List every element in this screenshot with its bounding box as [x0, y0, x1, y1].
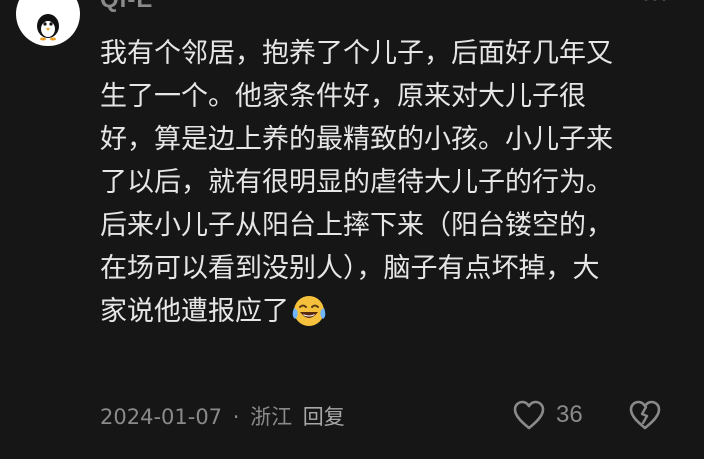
comment-line: 我有个邻居，抱养了个儿子，后面好几年又: [100, 38, 613, 69]
meta-separator: ·: [232, 405, 240, 429]
comment-line: 后来小儿子从阳台上摔下来（阳台镂空的，: [100, 210, 613, 241]
heart-icon: [513, 400, 545, 430]
comment-line: 家说他遭报应了: [100, 296, 289, 327]
comment-line: 生了一个。他家条件好，原来对大儿子很: [100, 81, 586, 112]
comment-card: QI-E 我有个邻居，抱养了个儿子，后面好几年又 生了一个。他家条件好，原来对大…: [0, 0, 704, 459]
comment-meta: 2024-01-07 · 浙江 回复: [100, 401, 349, 431]
penguin-icon: [37, 14, 59, 41]
avatar[interactable]: [16, 0, 80, 46]
more-dots-icon[interactable]: [642, 0, 668, 4]
comment-text: 我有个邻居，抱养了个儿子，后面好几年又 生了一个。他家条件好，原来对大儿子很 好…: [100, 32, 690, 333]
comment-line: 好，算是边上养的最精致的小孩。小儿子来: [100, 124, 613, 155]
comment-location: 浙江: [250, 405, 293, 429]
comment-last-line: 家说他遭报应了: [100, 290, 690, 333]
broken-heart-icon[interactable]: [628, 398, 662, 432]
comment-date: 2024-01-07: [100, 405, 223, 429]
comment-line: 在场可以看到没别人），脑子有点坏掉，大: [100, 253, 600, 284]
like-button[interactable]: 36: [512, 397, 583, 433]
username[interactable]: QI-E: [100, 0, 153, 14]
comment-line: 了以后，就有很明显的虐待大儿子的行为。: [100, 167, 613, 198]
reply-button[interactable]: 回复: [303, 405, 345, 429]
like-count: 36: [556, 401, 583, 428]
crying-laughing-emoji: [292, 296, 326, 326]
